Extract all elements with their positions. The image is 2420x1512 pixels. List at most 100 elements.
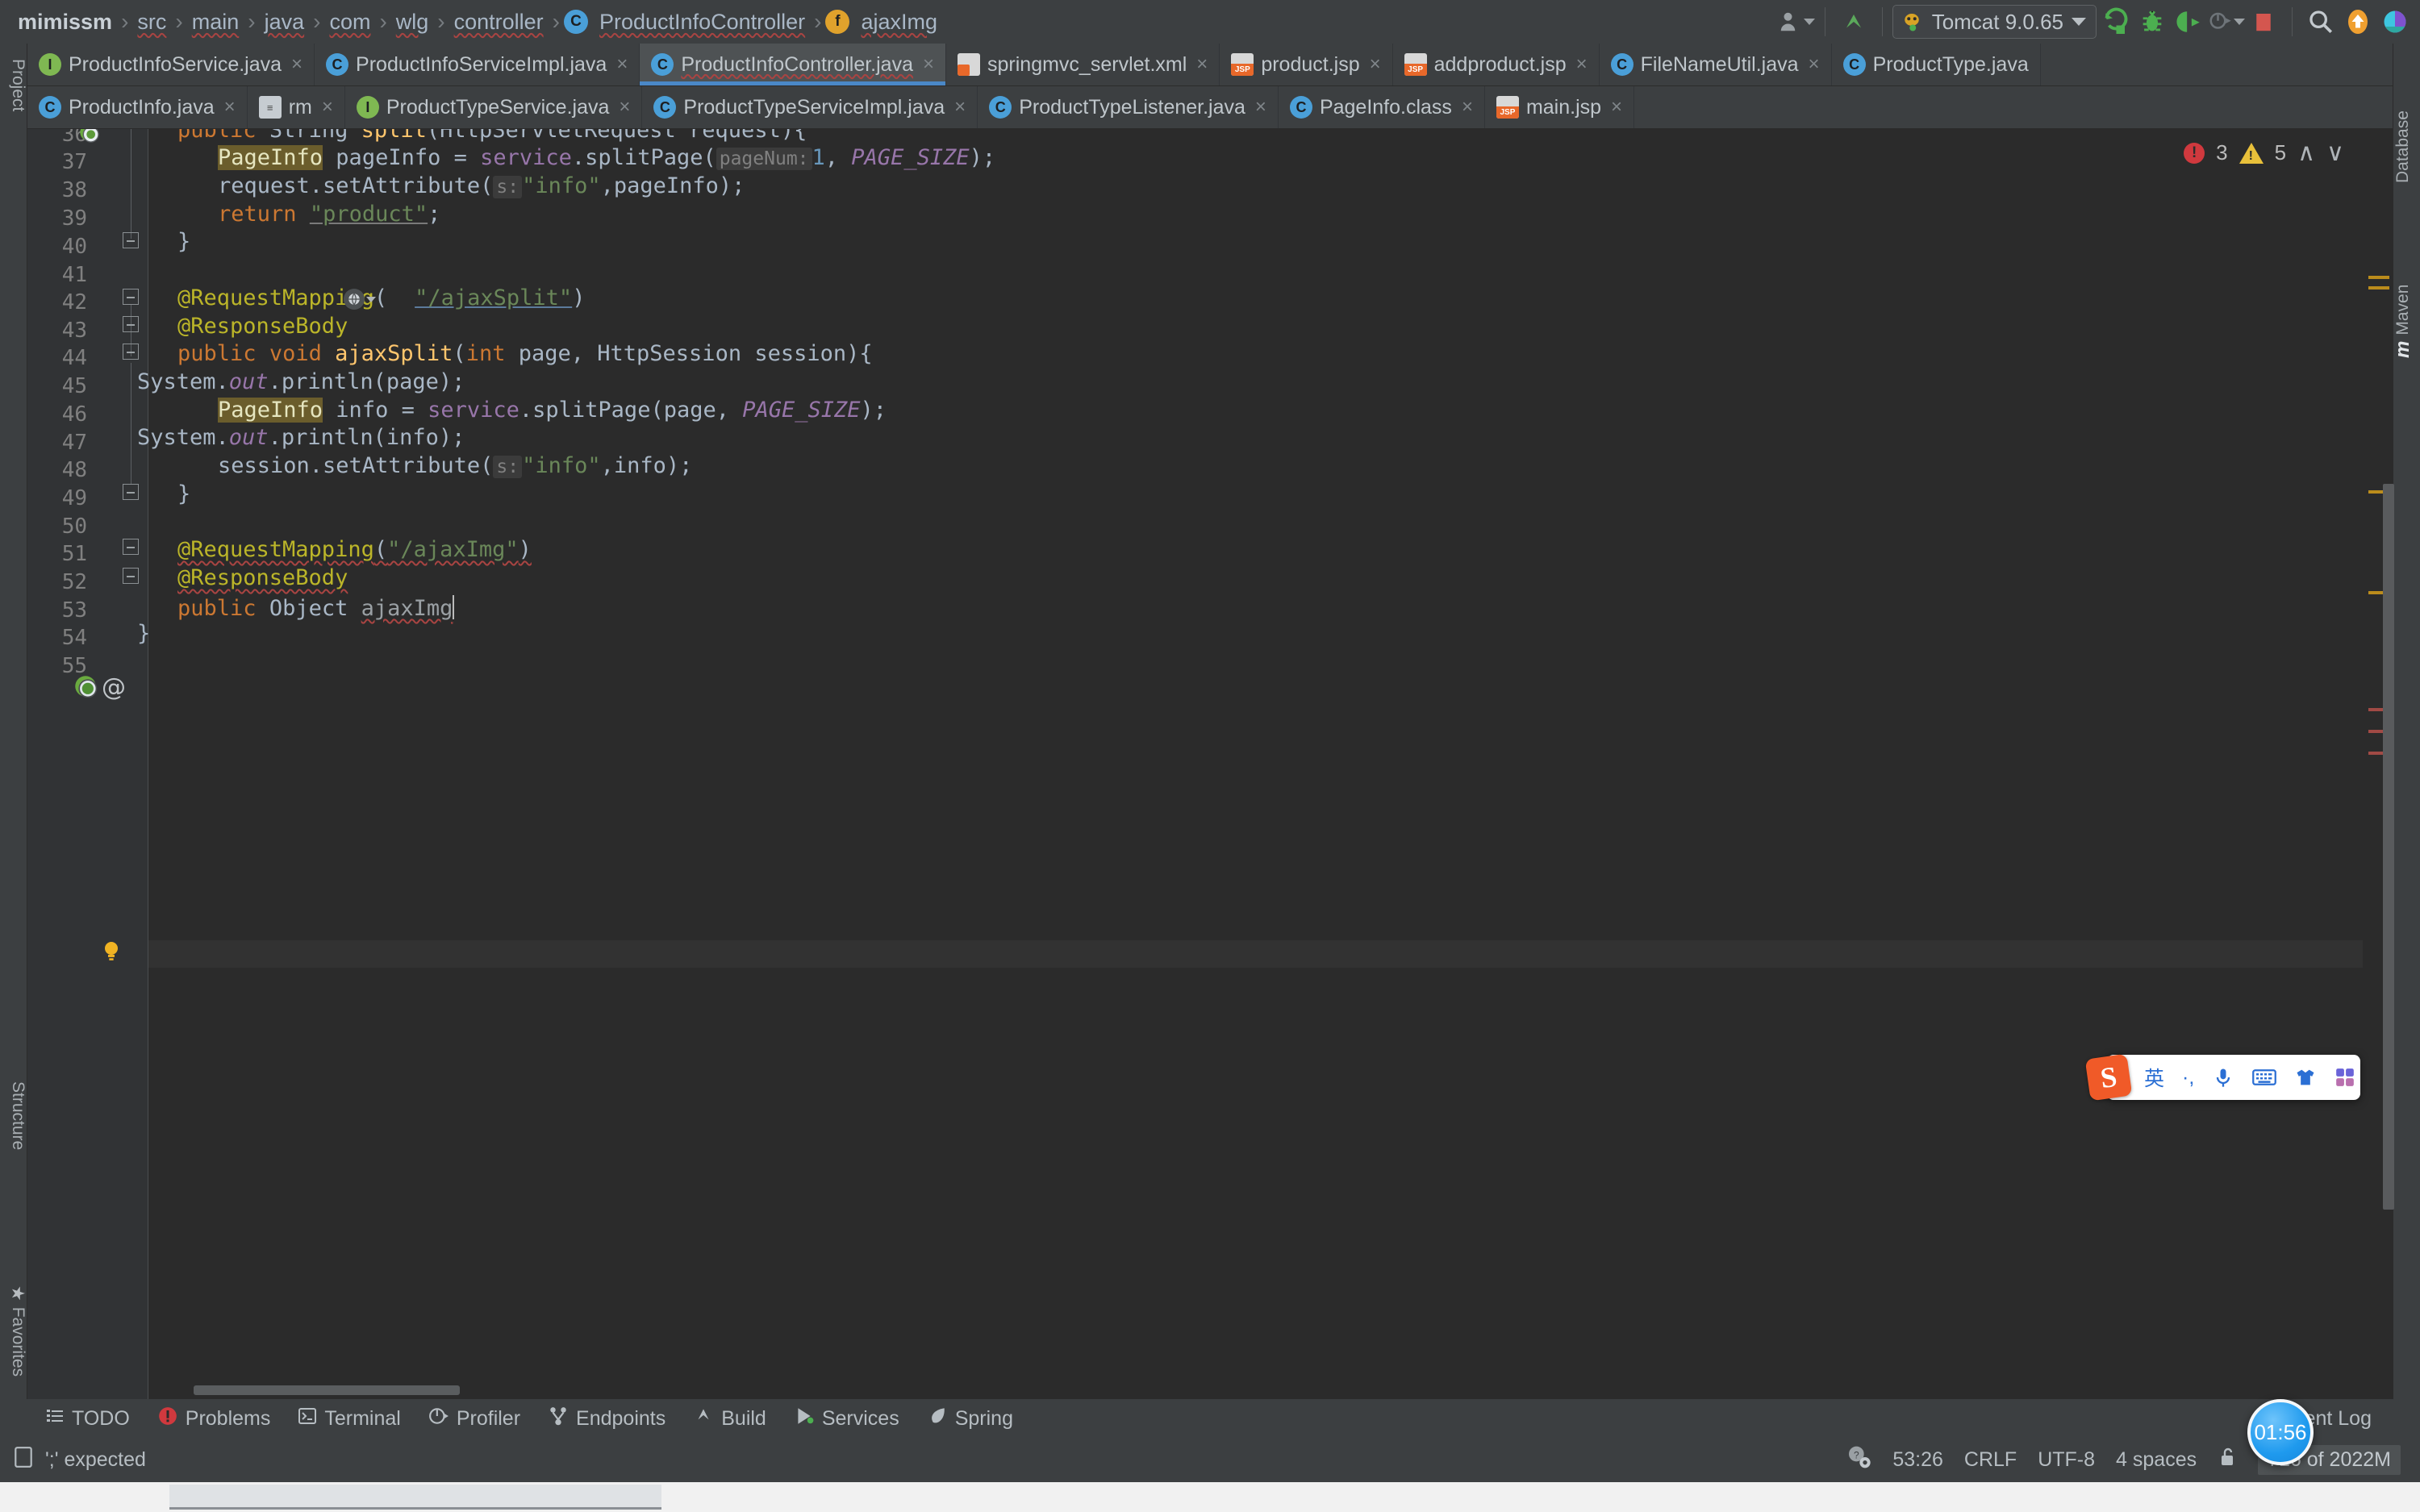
sidebar-item-favorites[interactable]: ★ Favorites xyxy=(8,1285,28,1377)
editor-tab[interactable]: C ProductTypeServiceImpl.java × xyxy=(642,86,978,128)
breadcrumb-item-project[interactable]: mimissm xyxy=(13,10,117,35)
warning-stripe-mark[interactable] xyxy=(2368,276,2389,279)
breadcrumb-item-main[interactable]: main xyxy=(187,10,244,35)
editor-tab[interactable]: C ProductInfoServiceImpl.java × xyxy=(315,44,640,85)
breadcrumb-item-controller[interactable]: controller xyxy=(449,10,549,35)
vcs-update-icon[interactable] xyxy=(1835,3,1872,40)
editor-gutter[interactable]: 36 37 38 39 40 41 42 43 44 45 46 47 48 4… xyxy=(27,129,148,1468)
inspections-widget-icon[interactable]: ? xyxy=(1846,1444,1871,1476)
file-encoding[interactable]: UTF-8 xyxy=(2038,1448,2095,1472)
breadcrumb-item-wlg[interactable]: wlg xyxy=(391,10,434,35)
web-mapping-icon[interactable] xyxy=(72,673,99,704)
sidebar-item-maven[interactable]: m Maven xyxy=(2392,285,2414,358)
code-fold-marker[interactable] xyxy=(123,232,139,248)
debug-button[interactable] xyxy=(2134,3,2171,40)
breadcrumb-item-method[interactable]: f ajaxImg xyxy=(825,10,942,35)
code-fold-marker[interactable] xyxy=(123,316,139,332)
close-icon[interactable]: × xyxy=(1196,55,1208,74)
editor-tab[interactable]: ≡ rm × xyxy=(247,86,345,128)
error-stripe-bar[interactable] xyxy=(2367,129,2394,1468)
close-icon[interactable]: × xyxy=(923,55,934,74)
editor-tab-active[interactable]: C ProductInfoController.java × xyxy=(640,44,947,85)
close-icon[interactable]: × xyxy=(616,55,628,74)
close-icon[interactable]: × xyxy=(1576,55,1588,74)
stop-button[interactable] xyxy=(2245,3,2282,40)
editor-tab[interactable]: I ProductTypeService.java × xyxy=(344,86,643,128)
url-gutter-icon[interactable] xyxy=(344,289,376,310)
horizontal-scrollbar-thumb[interactable] xyxy=(194,1385,460,1395)
sidebar-item-project[interactable]: Project xyxy=(8,53,27,111)
editor-tab[interactable]: addproduct.jsp × xyxy=(1392,44,1600,85)
tool-button-endpoints[interactable]: Endpoints xyxy=(548,1406,666,1432)
tool-button-build[interactable]: Build xyxy=(693,1406,766,1432)
skin-icon[interactable] xyxy=(2294,1066,2317,1089)
screen-recording-timer[interactable]: 01:56 xyxy=(2247,1399,2314,1465)
ide-logo-icon[interactable] xyxy=(2376,3,2414,40)
editor-tab[interactable]: C ProductType.java xyxy=(1831,44,2041,85)
code-fold-marker[interactable] xyxy=(123,289,139,305)
punctuation-icon[interactable]: ·, xyxy=(2182,1066,2194,1089)
annotation-icon[interactable]: @ xyxy=(102,676,126,700)
code-fold-marker[interactable] xyxy=(123,539,139,555)
spring-bean-icon[interactable] xyxy=(76,129,102,149)
editor-notification-icon[interactable] xyxy=(13,1446,34,1474)
code-text-area[interactable]: public String split(HttpServletRequest r… xyxy=(137,129,2393,1468)
sidebar-item-database[interactable]: Database xyxy=(2393,110,2413,189)
close-icon[interactable]: × xyxy=(619,98,630,117)
vertical-scrollbar-thumb[interactable] xyxy=(2383,484,2394,1210)
sogou-logo-icon[interactable]: S xyxy=(2084,1053,2133,1102)
code-fold-marker[interactable] xyxy=(123,568,139,584)
run-configuration-selector[interactable]: Tomcat 9.0.65 xyxy=(1892,5,2097,39)
toolbox-icon[interactable] xyxy=(2334,1067,2355,1088)
editor-tab[interactable]: C ProductTypeListener.java × xyxy=(978,86,1279,128)
unlocked-icon[interactable] xyxy=(2218,1447,2237,1473)
code-fold-marker[interactable] xyxy=(123,344,139,360)
tool-button-problems[interactable]: Problems xyxy=(157,1406,270,1432)
tool-button-spring[interactable]: Spring xyxy=(927,1406,1013,1432)
editor-tab[interactable]: C ProductInfo.java × xyxy=(27,86,248,128)
editor-tab[interactable]: I ProductInfoService.java × xyxy=(27,44,315,85)
run-button[interactable] xyxy=(2097,3,2134,40)
tool-button-todo[interactable]: TODO xyxy=(45,1406,130,1431)
keyboard-icon[interactable] xyxy=(2252,1066,2277,1089)
close-icon[interactable]: × xyxy=(1611,98,1622,117)
tool-button-profiler[interactable]: Profiler xyxy=(428,1406,520,1432)
sogou-input-method-toolbar[interactable]: S 英 ·, xyxy=(2084,1053,2361,1102)
editor-tab[interactable]: springmvc_servlet.xml × xyxy=(946,44,1220,85)
profile-button[interactable] xyxy=(2208,3,2245,40)
code-fold-marker[interactable] xyxy=(123,484,139,500)
intention-bulb-icon[interactable] xyxy=(98,939,124,968)
tool-button-services[interactable]: Services xyxy=(794,1406,899,1432)
editor-tab[interactable]: C PageInfo.class × xyxy=(1278,86,1485,128)
run-with-coverage-button[interactable] xyxy=(2171,3,2208,40)
editor-tab[interactable]: product.jsp × xyxy=(1220,44,1393,85)
code-editor[interactable]: 36 37 38 39 40 41 42 43 44 45 46 47 48 4… xyxy=(27,129,2393,1468)
indent-setting[interactable]: 4 spaces xyxy=(2116,1448,2197,1472)
close-icon[interactable]: × xyxy=(1255,98,1266,117)
breadcrumb-item-com[interactable]: com xyxy=(324,10,375,35)
microphone-icon[interactable] xyxy=(2212,1066,2234,1089)
close-icon[interactable]: × xyxy=(1809,55,1820,74)
editor-tab[interactable]: C FileNameUtil.java × xyxy=(1599,44,1832,85)
editor-tab[interactable]: main.jsp × xyxy=(1484,86,1635,128)
line-separator[interactable]: CRLF xyxy=(1964,1448,2017,1472)
breadcrumb-item-src[interactable]: src xyxy=(132,10,171,35)
inspection-widget[interactable]: ! 3 5 ∧ ∨ xyxy=(2184,139,2344,167)
warning-stripe-mark[interactable] xyxy=(2368,286,2389,289)
close-icon[interactable]: × xyxy=(224,98,236,117)
language-mode-icon[interactable]: 英 xyxy=(2144,1063,2164,1092)
next-problem-icon[interactable]: ∨ xyxy=(2326,139,2344,167)
close-icon[interactable]: × xyxy=(954,98,966,117)
close-icon[interactable]: × xyxy=(1370,55,1381,74)
close-icon[interactable]: × xyxy=(322,98,333,117)
taskbar-window-item[interactable] xyxy=(169,1485,661,1510)
updates-icon[interactable] xyxy=(2339,3,2376,40)
user-avatar-icon[interactable] xyxy=(1778,3,1815,40)
close-icon[interactable]: × xyxy=(291,55,302,74)
tool-button-terminal[interactable]: Terminal xyxy=(298,1406,401,1431)
previous-problem-icon[interactable]: ∧ xyxy=(2297,139,2315,167)
breadcrumb-item-java[interactable]: java xyxy=(260,10,310,35)
search-icon[interactable] xyxy=(2302,3,2339,40)
close-icon[interactable]: × xyxy=(1462,98,1473,117)
taskbar-window-item[interactable] xyxy=(1363,1485,1533,1510)
